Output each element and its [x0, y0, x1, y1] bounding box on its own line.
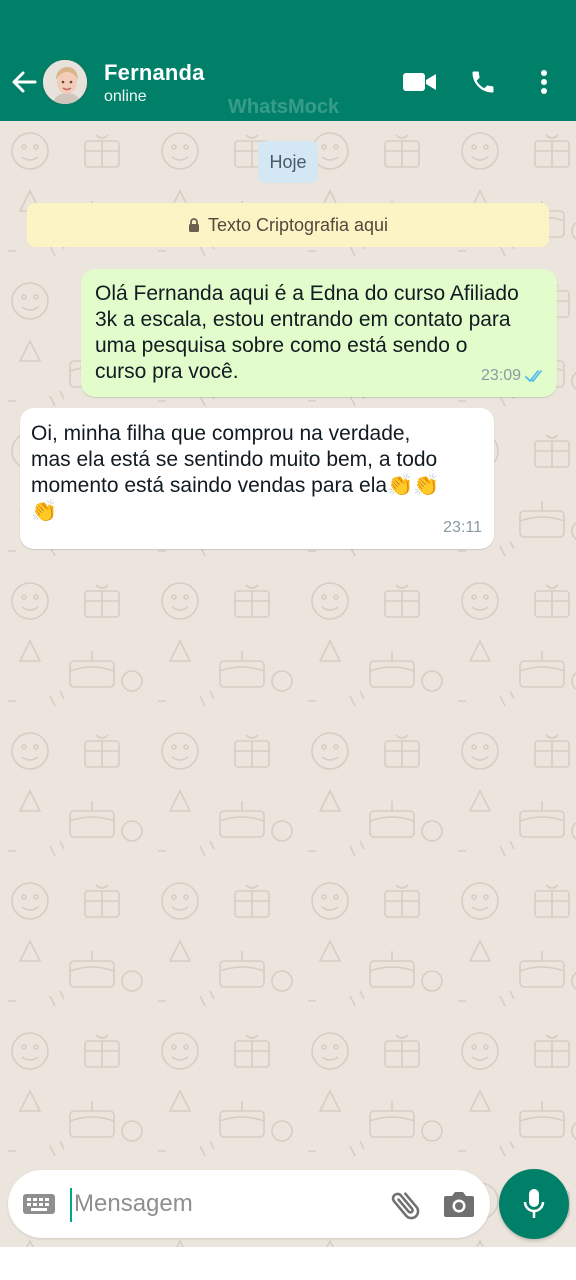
- outgoing-message-bubble[interactable]: Olá Fernanda aqui é a Edna do curso Afil…: [81, 269, 557, 397]
- incoming-message-bubble[interactable]: Oi, minha filha que comprou na verdade, …: [20, 408, 494, 549]
- chat-header: Fernanda online WhatsMock: [0, 0, 576, 121]
- message-text: Olá Fernanda aqui é a Edna do curso Afil…: [95, 282, 519, 383]
- camera-icon[interactable]: [442, 1188, 476, 1220]
- whatsapp-chat-screen: Fernanda online WhatsMock Hoje Texto Cri…: [0, 0, 576, 1280]
- paperclip-icon[interactable]: [388, 1186, 424, 1224]
- message-meta: 23:11: [443, 515, 482, 541]
- message-input[interactable]: [74, 1184, 374, 1224]
- phone-icon: [472, 71, 494, 93]
- encryption-notice-text: Texto Criptografia aqui: [207, 214, 389, 235]
- video-call-button[interactable]: [400, 64, 440, 100]
- message-time: 23:09: [480, 367, 521, 384]
- more-vertical-icon: [541, 70, 547, 94]
- double-check-read-icon: [525, 370, 542, 383]
- microphone-icon: [523, 1189, 545, 1218]
- contact-name[interactable]: Fernanda: [104, 60, 205, 86]
- avatar-portrait: [43, 60, 87, 104]
- keyboard-icon[interactable]: [22, 1190, 56, 1218]
- app-watermark: WhatsMock: [228, 96, 340, 118]
- voice-call-button[interactable]: [466, 64, 500, 100]
- back-button[interactable]: [8, 64, 40, 100]
- message-time: 23:11: [443, 519, 482, 536]
- text-caret: [70, 1188, 72, 1222]
- chat-messages-area[interactable]: Hoje Texto Criptografia aqui Olá Fernand…: [0, 121, 576, 1247]
- contact-avatar[interactable]: [41, 58, 89, 106]
- message-text: Oi, minha filha que comprou na verdade, …: [31, 422, 440, 523]
- contact-status: online: [104, 88, 147, 105]
- message-meta: 23:09: [481, 363, 545, 389]
- message-composer: [8, 1170, 490, 1238]
- more-options-button[interactable]: [530, 64, 558, 100]
- video-call-icon: [403, 73, 436, 91]
- encryption-notice[interactable]: Texto Criptografia aqui: [27, 203, 549, 247]
- bottom-strip: [0, 1247, 576, 1280]
- date-separator: Hoje: [258, 141, 318, 183]
- voice-record-button[interactable]: [499, 1169, 569, 1239]
- back-arrow-icon: [12, 71, 37, 93]
- lock-icon: [188, 218, 199, 232]
